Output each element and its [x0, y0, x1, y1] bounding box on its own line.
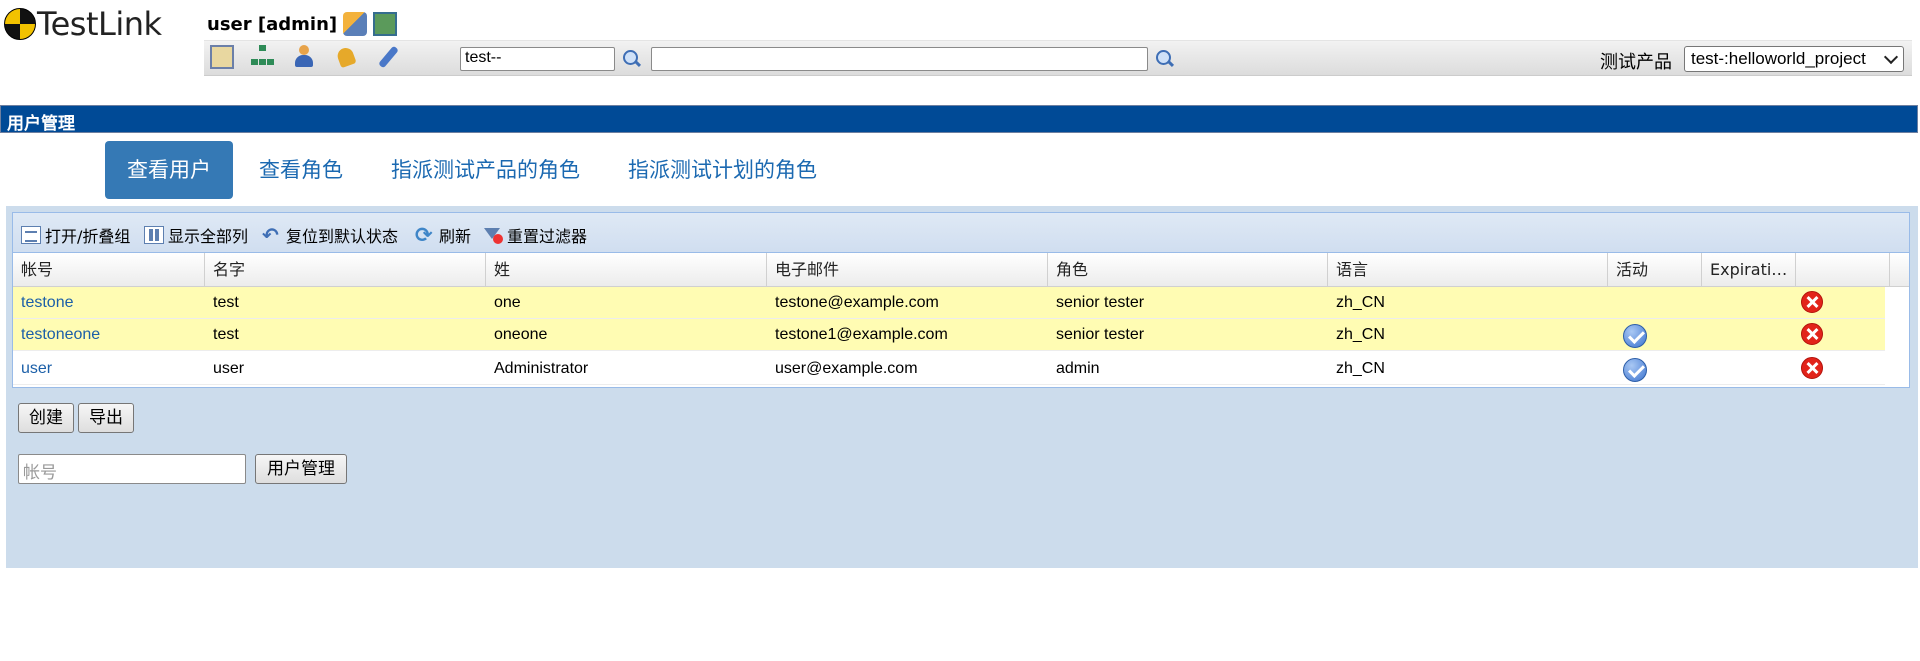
reset-filters-button[interactable]: 重置过滤器 — [483, 223, 587, 247]
account-input[interactable]: 帐号 — [18, 454, 246, 484]
delete-user-icon[interactable] — [1801, 291, 1823, 313]
role-cell: admin — [1056, 360, 1100, 377]
collapse-label: 打开/折叠组 — [45, 227, 131, 246]
reset-label: 复位到默认状态 — [286, 227, 399, 246]
events-icon[interactable] — [334, 45, 358, 69]
grid-toolbar: 打开/折叠组 显示全部列 复位到默认状态 刷新 重置过滤器 — [13, 213, 1909, 253]
show-all-columns-button[interactable]: 显示全部列 — [144, 223, 248, 247]
product-selected-value: test-:helloworld_project — [1691, 49, 1866, 68]
last-name-cell: Administrator — [494, 360, 589, 377]
main-panel: 打开/折叠组 显示全部列 复位到默认状态 刷新 重置过滤器 帐号 名字 姓 — [6, 206, 1918, 568]
delete-user-icon[interactable] — [1801, 323, 1823, 345]
create-button[interactable]: 创建 — [18, 403, 74, 433]
users-grid: 打开/折叠组 显示全部列 复位到默认状态 刷新 重置过滤器 帐号 名字 姓 — [12, 212, 1910, 388]
first-name-cell: test — [213, 326, 239, 343]
product-label: 测试产品 — [1600, 52, 1672, 73]
plugins-icon[interactable] — [376, 45, 400, 69]
tab-assign-plan-roles[interactable]: 指派测试计划的角色 — [628, 141, 817, 199]
locale-cell: zh_CN — [1336, 360, 1385, 377]
page-title-bar: 用户管理 — [0, 105, 1918, 134]
collapse-groups-button[interactable]: 打开/折叠组 — [21, 223, 130, 247]
logo-icon — [4, 8, 36, 40]
table-row[interactable]: testone test one testone@example.com sen… — [13, 287, 1885, 319]
column-header-active[interactable]: 活动 — [1608, 253, 1702, 286]
account-link[interactable]: user — [13, 353, 52, 384]
user-management-icon[interactable] — [292, 45, 316, 69]
column-header-last-name[interactable]: 姓 — [486, 253, 767, 286]
tab-assign-product-roles[interactable]: 指派测试产品的角色 — [391, 141, 580, 199]
table-row[interactable]: user user Administrator user@example.com… — [13, 353, 1885, 385]
active-check-icon — [1623, 324, 1647, 348]
current-user-label: user [admin] — [207, 13, 338, 35]
global-search-input[interactable] — [651, 47, 1148, 71]
tab-view-users[interactable]: 查看用户 — [105, 141, 233, 199]
email-cell: user@example.com — [775, 360, 918, 377]
user-info: user [admin] — [207, 12, 398, 36]
column-header-expiration[interactable]: Expirati… — [1702, 253, 1796, 286]
show-columns-label: 显示全部列 — [168, 227, 249, 246]
first-name-cell: user — [213, 360, 245, 377]
refresh-icon — [415, 226, 435, 244]
logout-icon[interactable] — [373, 12, 398, 36]
columns-icon — [144, 226, 164, 244]
tab-view-roles[interactable]: 查看角色 — [259, 141, 343, 199]
role-cell: senior tester — [1056, 294, 1145, 311]
reset-filters-label: 重置过滤器 — [507, 227, 588, 246]
locale-cell: zh_CN — [1336, 294, 1385, 311]
chevron-down-icon — [1883, 49, 1899, 65]
test-specification-icon[interactable] — [251, 45, 275, 69]
product-select[interactable]: test-:helloworld_project — [1684, 46, 1904, 72]
logo-text: TestLink — [37, 5, 162, 43]
column-header-email[interactable]: 电子邮件 — [767, 253, 1048, 286]
home-icon[interactable] — [210, 45, 234, 69]
search-icon[interactable] — [622, 49, 642, 69]
search-icon[interactable] — [1155, 49, 1175, 69]
table-row[interactable]: testoneone test oneone testone1@example.… — [13, 319, 1885, 351]
account-link[interactable]: testoneone — [13, 319, 100, 350]
user-management-button[interactable]: 用户管理 — [255, 454, 347, 484]
column-header-locale[interactable]: 语言 — [1328, 253, 1608, 286]
column-header-actions[interactable] — [1796, 253, 1890, 286]
filter-icon — [483, 226, 503, 244]
account-link[interactable]: testone — [13, 287, 73, 318]
collapse-icon — [21, 226, 41, 244]
locale-cell: zh_CN — [1336, 326, 1385, 343]
last-name-cell: oneone — [494, 326, 548, 343]
testcase-search-input[interactable]: test-- — [460, 47, 615, 71]
delete-user-icon[interactable] — [1801, 357, 1823, 379]
refresh-label: 刷新 — [439, 227, 472, 246]
edit-profile-icon[interactable] — [343, 12, 368, 36]
email-cell: testone@example.com — [775, 294, 939, 311]
first-name-cell: test — [213, 294, 239, 311]
undo-icon — [262, 226, 282, 244]
column-header-first-name[interactable]: 名字 — [205, 253, 486, 286]
refresh-button[interactable]: 刷新 — [415, 223, 471, 247]
email-cell: testone1@example.com — [775, 326, 948, 343]
last-name-cell: one — [494, 294, 521, 311]
table-header: 帐号 名字 姓 电子邮件 角色 语言 活动 Expirati… — [13, 253, 1909, 287]
role-cell: senior tester — [1056, 326, 1145, 343]
page-title: 用户管理 — [7, 114, 75, 134]
active-check-icon — [1623, 358, 1647, 382]
reset-default-button[interactable]: 复位到默认状态 — [262, 223, 398, 247]
column-header-role[interactable]: 角色 — [1048, 253, 1328, 286]
testlink-logo[interactable]: TestLink — [4, 4, 162, 44]
column-header-account[interactable]: 帐号 — [13, 253, 205, 286]
export-button[interactable]: 导出 — [78, 403, 134, 433]
